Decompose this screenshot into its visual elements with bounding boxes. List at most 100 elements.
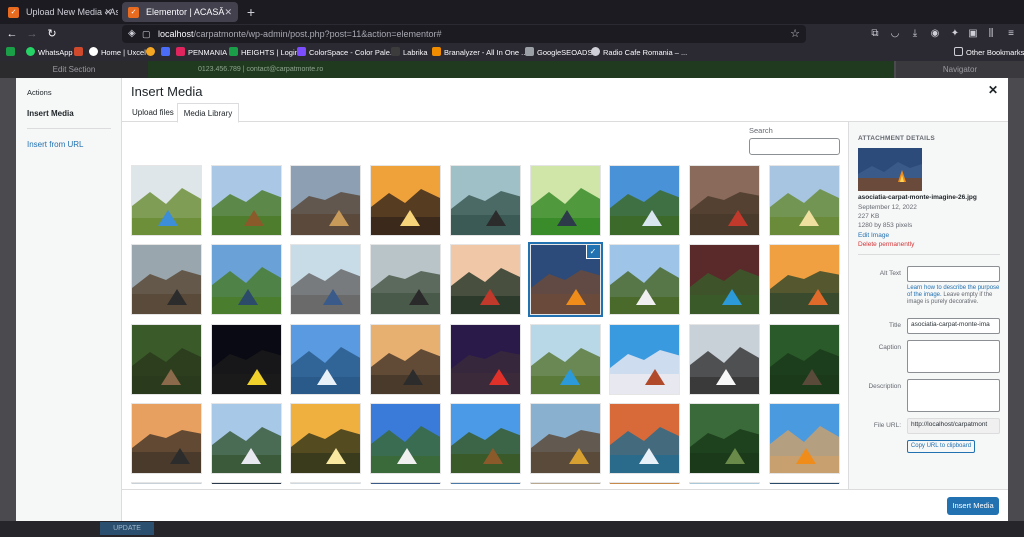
address-bar[interactable]: ◈ ▢ localhost/carpatmonte/wp-admin/post.… — [122, 25, 806, 43]
media-thumbnail[interactable] — [290, 323, 362, 395]
media-thumbnail[interactable] — [768, 165, 840, 236]
downloads-icon[interactable]: ⤓ — [908, 26, 922, 42]
bookmark-item[interactable]: Home | Uxcel — [89, 46, 146, 59]
bookmark-item[interactable]: Branalyzer - All In One ... — [432, 46, 527, 59]
media-thumbnail[interactable] — [449, 482, 521, 484]
media-thumbnail[interactable] — [768, 482, 840, 484]
screenshot-icon[interactable]: ▣ — [966, 26, 980, 42]
media-thumbnail[interactable] — [688, 165, 760, 236]
media-thumbnail[interactable] — [449, 323, 521, 395]
media-thumbnail[interactable] — [131, 402, 202, 474]
media-thumbnail[interactable] — [768, 244, 840, 316]
copy-url-button[interactable]: Copy URL to clipboard — [907, 440, 975, 453]
bookmark-item[interactable]: GoogleSEOADS — [525, 46, 592, 59]
media-thumbnail[interactable] — [131, 323, 202, 395]
bookmark-item[interactable]: PENMANIA — [176, 46, 227, 59]
bookmark-item[interactable] — [161, 46, 173, 59]
reload-icon[interactable]: ↻ — [44, 26, 60, 42]
title-field[interactable]: asociatia-carpat-monte-ima — [907, 318, 1000, 334]
tab-media-library[interactable]: Media Library — [177, 103, 239, 123]
browser-tab-elementor[interactable]: ✓ Elementor | ACASĂ ✕ — [122, 2, 238, 22]
shield-icon[interactable]: ◈ — [128, 26, 136, 42]
media-image — [610, 245, 680, 315]
tab-upload-files[interactable]: Upload files — [128, 103, 178, 123]
branalyzer-icon — [432, 47, 441, 56]
media-thumbnail[interactable] — [370, 402, 442, 474]
media-thumbnail[interactable] — [529, 165, 601, 236]
bookmark-item[interactable]: Labrika — [391, 46, 428, 59]
media-thumbnail[interactable] — [768, 402, 840, 474]
page-info-icon[interactable]: ▢ — [142, 26, 151, 42]
selected-check-icon[interactable]: ✓ — [586, 245, 600, 259]
media-thumbnail[interactable] — [529, 482, 601, 484]
menu-hamburger-icon[interactable]: ≡ — [1004, 26, 1018, 42]
media-thumbnail[interactable] — [609, 482, 681, 484]
media-thumbnail[interactable] — [449, 244, 521, 316]
media-thumbnail[interactable] — [609, 323, 681, 395]
media-thumbnail[interactable] — [210, 165, 282, 236]
media-thumbnail[interactable] — [609, 165, 681, 236]
media-thumbnail[interactable]: ✓ — [527, 242, 603, 318]
media-thumbnail[interactable] — [688, 244, 760, 316]
delete-permanently-link[interactable]: Delete permanently — [858, 241, 914, 248]
menu-item-insert-media[interactable]: Insert Media — [27, 109, 74, 118]
media-thumbnail[interactable] — [688, 402, 760, 474]
media-thumbnail[interactable] — [449, 402, 521, 474]
media-thumbnail[interactable] — [210, 402, 282, 474]
media-thumbnail[interactable] — [370, 244, 442, 316]
media-thumbnail[interactable] — [290, 244, 362, 316]
search-input[interactable] — [749, 138, 840, 155]
description-field[interactable] — [907, 379, 1000, 412]
media-thumbnail[interactable] — [370, 323, 442, 395]
bookmark-item[interactable] — [74, 46, 86, 59]
caption-field[interactable] — [907, 340, 1000, 373]
update-button[interactable]: UPDATE — [100, 522, 154, 535]
library-icon[interactable]: ⫼ — [984, 26, 998, 42]
bookmark-item[interactable]: Radio Cafe Romania – ... — [591, 46, 687, 59]
bookmark-item[interactable]: WhatsApp — [26, 46, 73, 59]
media-thumbnail[interactable] — [609, 244, 681, 316]
bookmark-green-square[interactable] — [6, 46, 18, 59]
media-thumbnail[interactable] — [290, 482, 362, 484]
media-thumbnail[interactable] — [768, 323, 840, 395]
alt-text-field[interactable] — [907, 266, 1000, 282]
extension-icon[interactable]: ◉ — [928, 26, 942, 42]
media-thumbnail[interactable] — [290, 165, 362, 236]
media-thumbnail[interactable] — [449, 165, 521, 236]
bookmark-item[interactable]: HEIGHTS | Login — [229, 46, 299, 59]
new-tab-plus-icon[interactable]: + — [244, 2, 258, 22]
media-thumbnail[interactable] — [370, 482, 442, 484]
bookmark-item[interactable] — [146, 46, 158, 59]
media-thumbnail[interactable] — [210, 323, 282, 395]
menu-item-insert-from-url[interactable]: Insert from URL — [27, 140, 83, 149]
media-thumbnail[interactable] — [688, 323, 760, 395]
media-thumbnail[interactable] — [131, 482, 202, 484]
bookmark-star-icon[interactable]: ☆ — [790, 25, 800, 43]
other-bookmarks[interactable]: Other Bookmarks — [954, 46, 1024, 59]
pocket-icon[interactable]: ◡ — [888, 26, 902, 42]
edit-image-link[interactable]: Edit Image — [858, 232, 889, 239]
insert-media-button[interactable]: Insert Media — [947, 497, 999, 515]
close-icon[interactable]: ✕ — [224, 2, 232, 22]
close-icon[interactable]: ✕ — [104, 2, 112, 22]
media-thumbnail[interactable] — [688, 482, 760, 484]
back-arrow-icon[interactable]: ← — [4, 26, 20, 42]
media-image — [211, 403, 281, 473]
media-thumbnail[interactable] — [370, 165, 442, 236]
containers-icon[interactable]: ⧉ — [868, 26, 882, 42]
media-thumbnail[interactable] — [131, 165, 202, 236]
extensions-puzzle-icon[interactable]: ✦ — [948, 26, 962, 42]
forward-arrow-icon[interactable]: → — [24, 26, 40, 42]
browser-tab-upload-media[interactable]: ✓ Upload New Media ‹ Asociați ✕ — [2, 2, 118, 22]
media-thumbnail[interactable] — [131, 244, 202, 316]
media-thumbnail[interactable] — [609, 402, 681, 474]
media-thumbnail[interactable] — [290, 402, 362, 474]
media-thumbnail[interactable] — [210, 482, 282, 484]
close-icon[interactable]: ✕ — [988, 83, 998, 97]
media-thumbnail[interactable] — [210, 244, 282, 316]
file-url-field[interactable]: http://localhost/carpatmont — [907, 418, 1000, 434]
colorspace-icon — [297, 47, 306, 56]
media-thumbnail[interactable] — [529, 323, 601, 395]
bookmark-item[interactable]: ColorSpace - Color Pale... — [297, 46, 396, 59]
media-thumbnail[interactable] — [529, 402, 601, 474]
